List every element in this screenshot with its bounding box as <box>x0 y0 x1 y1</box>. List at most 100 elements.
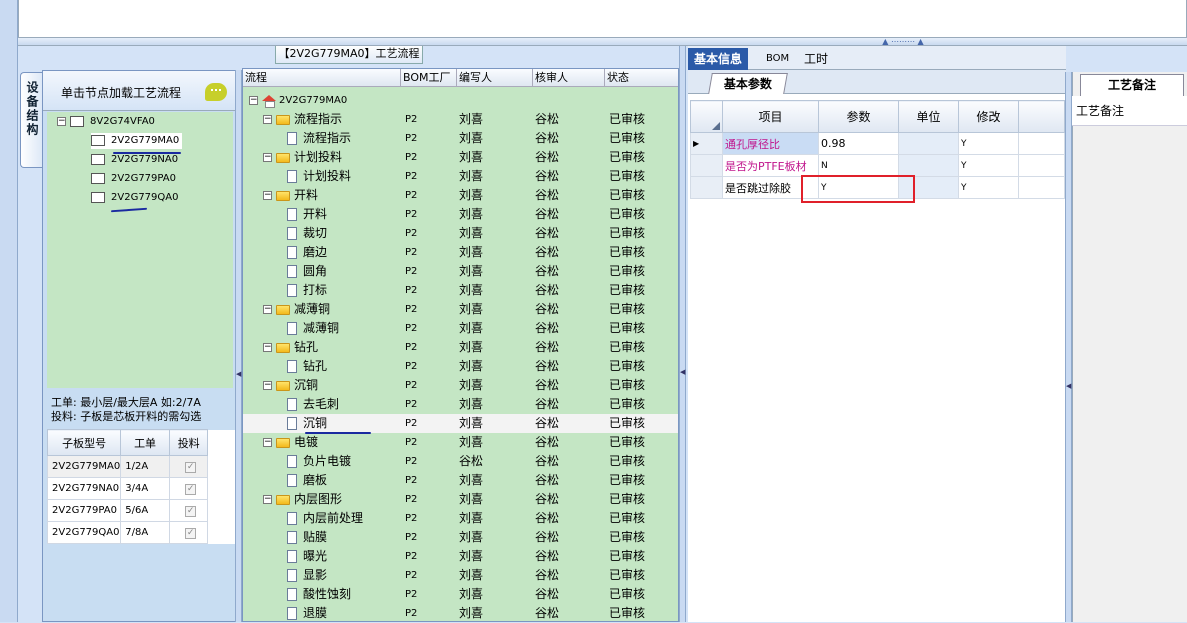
tab-bom[interactable]: BOM <box>760 48 795 70</box>
collapse-icon[interactable]: − <box>263 343 272 352</box>
cell-order[interactable]: 5/6A <box>120 499 170 522</box>
collapse-icon[interactable]: − <box>263 191 272 200</box>
flow-step-row[interactable]: 曝光 P2 刘喜 谷松 已审核 <box>243 547 678 566</box>
checkbox-icon[interactable] <box>91 153 105 165</box>
flow-group-row[interactable]: − 内层图形 P2 刘喜 谷松 已审核 <box>243 490 678 509</box>
row-marker-icon[interactable]: ▶ <box>690 132 723 155</box>
table-row[interactable]: 2V2G779NA0 3/4A ✓ <box>46 477 237 500</box>
flow-step-row[interactable]: 打标 P2 刘喜 谷松 已审核 <box>243 281 678 300</box>
middle-splitter[interactable]: ◀ <box>679 46 686 622</box>
row-header[interactable] <box>690 154 723 177</box>
collapse-icon[interactable]: − <box>263 153 272 162</box>
flow-step-row[interactable]: 磨板 P2 刘喜 谷松 已审核 <box>243 471 678 490</box>
flow-step-row[interactable]: 内层前处理 P2 刘喜 谷松 已审核 <box>243 509 678 528</box>
flow-step-row[interactable]: 开料 P2 刘喜 谷松 已审核 <box>243 205 678 224</box>
col-header[interactable]: 工单 <box>120 429 170 456</box>
table-row[interactable]: 是否为PTFE板材 N Y <box>690 154 1065 177</box>
check-icon[interactable]: ✓ <box>185 527 197 539</box>
col-header-unit[interactable]: 单位 <box>898 100 959 133</box>
flow-group-row[interactable]: − 钻孔 P2 刘喜 谷松 已审核 <box>243 338 678 357</box>
table-row[interactable]: 2V2G779MA0 1/2A ✓ <box>46 455 237 478</box>
checkbox-icon[interactable] <box>70 115 84 127</box>
flow-group-row[interactable]: − 电镀 P2 刘喜 谷松 已审核 <box>243 433 678 452</box>
flow-step-row[interactable]: 显影 P2 刘喜 谷松 已审核 <box>243 566 678 585</box>
collapse-icon[interactable]: − <box>263 495 272 504</box>
cell-unit[interactable] <box>898 132 959 155</box>
flow-step-row[interactable]: 流程指示 P2 刘喜 谷松 已审核 <box>243 129 678 148</box>
col-header-modify[interactable]: 修改 <box>958 100 1019 133</box>
col-header-bom[interactable]: BOM工厂 <box>401 69 457 87</box>
check-icon[interactable]: ✓ <box>185 483 197 495</box>
tab-basic-info[interactable]: 基本信息 <box>688 48 749 70</box>
flow-step-row[interactable]: 负片电镀 P2 谷松 谷松 已审核 <box>243 452 678 471</box>
cell-modify[interactable]: Y <box>958 132 1019 155</box>
tree-node[interactable]: 2V2G779QA0 <box>91 190 178 206</box>
flow-group-row[interactable]: − 开料 P2 刘喜 谷松 已审核 <box>243 186 678 205</box>
col-header-status[interactable]: 状态 <box>605 69 678 87</box>
flow-step-row[interactable]: 钻孔 P2 刘喜 谷松 已审核 <box>243 357 678 376</box>
tree-node-selected[interactable]: 2V2G779MA0 <box>91 133 183 149</box>
tab-process-remarks[interactable]: 工艺备注 <box>1080 74 1184 96</box>
flow-step-row[interactable]: 去毛刺 P2 刘喜 谷松 已审核 <box>243 395 678 414</box>
checkbox-icon[interactable] <box>91 191 105 203</box>
corner-header[interactable] <box>690 100 723 133</box>
cell-param[interactable]: N <box>818 154 899 177</box>
row-header[interactable] <box>690 176 723 199</box>
cell-param[interactable]: 0.98 <box>818 132 899 155</box>
flow-step-row[interactable]: 酸性蚀刻 P2 刘喜 谷松 已审核 <box>243 585 678 604</box>
right-splitter[interactable]: ◀ <box>1065 72 1072 622</box>
splitter-grip-icon[interactable]: ▲ ⋯⋯⋯ ▲ <box>873 38 933 46</box>
flow-step-row[interactable]: 磨边 P2 刘喜 谷松 已审核 <box>243 243 678 262</box>
col-header-param[interactable]: 参数 <box>818 100 899 133</box>
flow-step-row[interactable]: 计划投料 P2 刘喜 谷松 已审核 <box>243 167 678 186</box>
flow-group-row[interactable]: − 流程指示 P2 刘喜 谷松 已审核 <box>243 110 678 129</box>
collapse-icon[interactable]: − <box>263 305 272 314</box>
checkbox-icon[interactable] <box>91 172 105 184</box>
tree-node[interactable]: 2V2G779NA0 <box>91 152 178 168</box>
cell-item[interactable]: 通孔厚径比 <box>722 132 819 155</box>
subtab-basic-params[interactable]: 基本参数 <box>708 73 788 94</box>
checkbox-icon[interactable] <box>91 134 105 146</box>
cell-modify[interactable]: Y <box>958 154 1019 177</box>
col-header[interactable]: 投料 <box>168 429 209 456</box>
flow-step-row[interactable]: 圆角 P2 刘喜 谷松 已审核 <box>243 262 678 281</box>
col-header-reviewer[interactable]: 核审人 <box>533 69 605 87</box>
table-row[interactable]: ▶ 通孔厚径比 0.98 Y <box>690 132 1065 155</box>
col-header-writer[interactable]: 编写人 <box>457 69 533 87</box>
cell-model[interactable]: 2V2G779QA0 <box>46 521 122 544</box>
flow-step-row[interactable]: 退膜 P2 刘喜 谷松 已审核 <box>243 604 678 623</box>
flow-step-row[interactable]: 减薄铜 P2 刘喜 谷松 已审核 <box>243 319 678 338</box>
cell-order[interactable]: 3/4A <box>120 477 170 500</box>
left-vertical-tab[interactable]: 设备结构 <box>20 72 42 168</box>
flow-step-row[interactable]: 沉铜 P2 刘喜 谷松 已审核 <box>243 414 678 433</box>
cell-item[interactable]: 是否为PTFE板材 <box>722 154 819 177</box>
cell-model[interactable]: 2V2G779NA0 <box>46 477 122 500</box>
flow-step-row[interactable]: 裁切 P2 刘喜 谷松 已审核 <box>243 224 678 243</box>
check-icon[interactable]: ✓ <box>185 461 197 473</box>
check-icon[interactable]: ✓ <box>185 505 197 517</box>
flow-group-row[interactable]: − 计划投料 P2 刘喜 谷松 已审核 <box>243 148 678 167</box>
flow-step-row[interactable]: 贴膜 P2 刘喜 谷松 已审核 <box>243 528 678 547</box>
cell-order[interactable]: 1/2A <box>120 455 170 478</box>
col-header-item[interactable]: 项目 <box>722 100 819 133</box>
cell-unit[interactable] <box>898 154 959 177</box>
cell-model[interactable]: 2V2G779PA0 <box>46 499 122 522</box>
cell-order[interactable]: 7/8A <box>120 521 170 544</box>
collapse-icon[interactable]: − <box>57 116 66 126</box>
table-row[interactable]: 2V2G779PA0 5/6A ✓ <box>46 499 237 522</box>
tree-node-root[interactable]: − 8V2G74VFA0 <box>57 114 155 130</box>
tab-work-hours[interactable]: 工时 <box>798 48 834 70</box>
collapse-icon[interactable]: − <box>263 438 272 447</box>
col-header-flow[interactable]: 流程 <box>243 69 401 87</box>
col-header[interactable]: 子板型号 <box>46 429 122 456</box>
collapse-icon[interactable]: − <box>249 95 258 105</box>
cell-model[interactable]: 2V2G779MA0 <box>46 455 122 478</box>
left-splitter[interactable]: ◀ <box>235 70 242 622</box>
tree-node[interactable]: 2V2G779PA0 <box>91 171 176 187</box>
collapse-icon[interactable]: − <box>263 115 272 124</box>
top-splitter[interactable]: ▲ ⋯⋯⋯ ▲ <box>18 38 1187 46</box>
cell-modify[interactable]: Y <box>958 176 1019 199</box>
table-row[interactable]: 2V2G779QA0 7/8A ✓ <box>46 521 237 544</box>
tree-root-row[interactable]: − 2V2G779MA0 <box>243 91 678 110</box>
flow-group-row[interactable]: − 沉铜 P2 刘喜 谷松 已审核 <box>243 376 678 395</box>
